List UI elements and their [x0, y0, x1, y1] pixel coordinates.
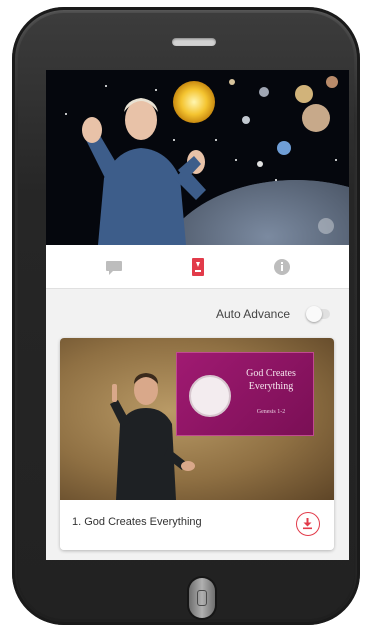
slide-logo-icon [189, 375, 231, 417]
video-frame [65, 76, 349, 245]
title-slide: God Creates Everything Genesis 1-2 [176, 352, 314, 436]
auto-advance-label: Auto Advance [215, 307, 290, 321]
chat-bubble-icon [106, 261, 122, 275]
lesson-card[interactable]: God Creates Everything Genesis 1-2 1. Go… [60, 338, 334, 550]
slide-title: God Creates Everything [246, 368, 296, 392]
bookmark-icon [192, 258, 204, 276]
auto-advance-toggle[interactable] [306, 306, 330, 322]
download-button[interactable] [296, 512, 320, 536]
tab-chat[interactable] [102, 255, 126, 279]
download-icon [303, 518, 312, 530]
lesson-title[interactable]: 1. God Creates Everything [72, 516, 202, 528]
home-square-icon [197, 590, 207, 606]
video-fullscreen-button[interactable] [318, 218, 334, 234]
app-screen: Auto Advance God Creates Everything Gene… [46, 70, 349, 560]
slide-reference: Genesis 1-2 [256, 409, 286, 415]
tab-bar [46, 245, 349, 289]
tab-info[interactable] [270, 255, 294, 279]
auto-advance-row: Auto Advance [46, 299, 349, 329]
home-button[interactable] [189, 578, 215, 618]
info-icon [274, 259, 290, 275]
tab-bookmark[interactable] [186, 255, 210, 279]
lesson-card-footer: 1. God Creates Everything [60, 500, 334, 550]
video-player[interactable] [46, 70, 349, 245]
speaker-slot [172, 38, 216, 46]
lesson-thumbnail[interactable]: God Creates Everything Genesis 1-2 [60, 338, 334, 500]
toggle-knob [306, 306, 322, 322]
